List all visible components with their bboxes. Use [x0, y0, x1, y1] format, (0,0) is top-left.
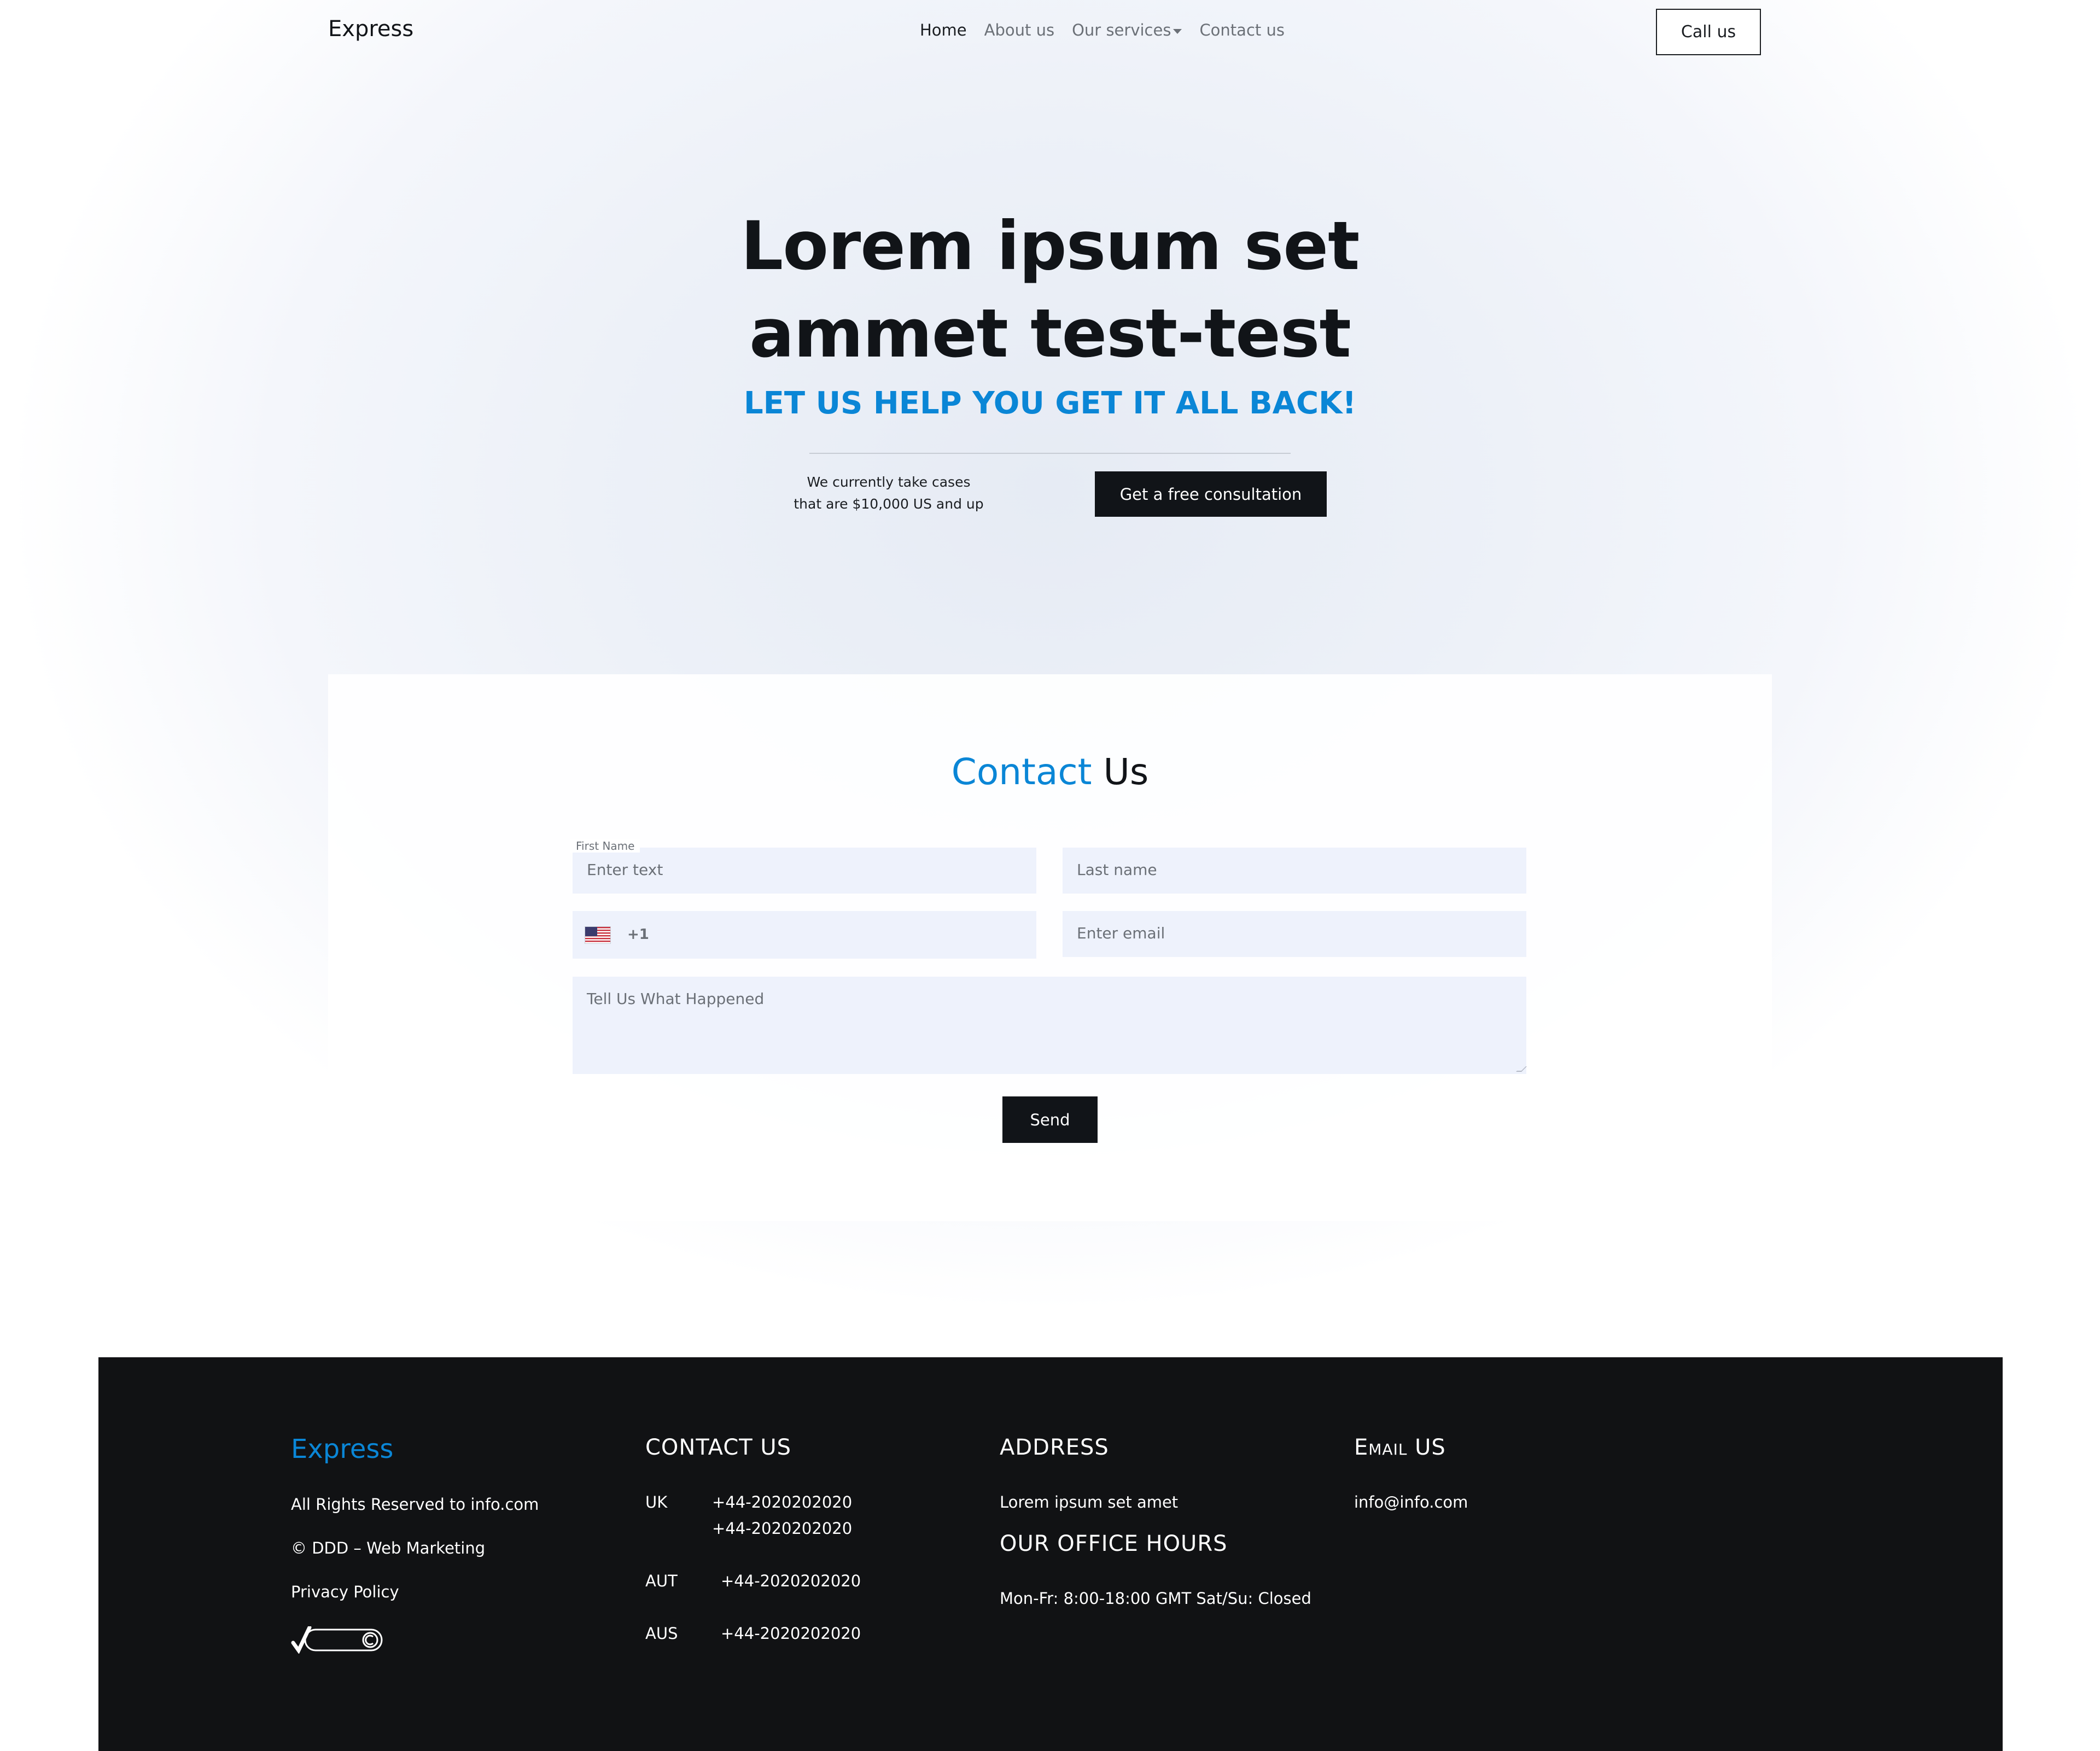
nav-item-about[interactable]: About us [984, 21, 1054, 39]
dial-code: +1 [627, 926, 649, 943]
nav-item-services[interactable]: Our services [1072, 21, 1182, 39]
phone-aus-number[interactable]: +44-2020202020 [721, 1624, 861, 1643]
last-name-field[interactable]: Last name [1063, 848, 1526, 894]
nav-item-contact[interactable]: Contact us [1199, 21, 1285, 39]
first-name-label: First Name [570, 839, 640, 853]
contact-title-rest: Us [1103, 751, 1149, 793]
hero-note-line-1: We currently take cases [807, 474, 971, 490]
nav-item-home[interactable]: Home [920, 21, 967, 39]
us-flag-icon[interactable] [585, 926, 611, 944]
phone-uk-number-2[interactable]: +44-2020202020 [712, 1519, 852, 1538]
call-us-button[interactable]: Call us [1656, 9, 1761, 55]
hero-note-line-2: that are $10,000 US and up [794, 496, 984, 512]
free-consultation-button[interactable]: Get a free consultation [1095, 471, 1327, 517]
phone-aus-country: AUS [645, 1624, 678, 1643]
hero-divider [809, 453, 1291, 454]
caret-down-icon [1173, 28, 1182, 34]
footer-brand[interactable]: Express [291, 1434, 393, 1464]
main-menu: Home About us Our services Contact us [920, 21, 1285, 39]
nav-item-services-label: Our services [1072, 21, 1171, 39]
site-footer: Express All Rights Reserved to info.com … [98, 1357, 2003, 1751]
top-navbar: Express Home About us Our services Conta… [0, 0, 2100, 63]
email-field[interactable]: Enter email [1063, 911, 1526, 957]
brand-logo[interactable]: Express [328, 16, 413, 42]
contact-form-card: Contact Us Enter text First Name Last na… [328, 674, 1772, 1221]
phone-field[interactable]: +1 [573, 911, 1036, 959]
footer-email-link[interactable]: info@info.com [1354, 1493, 1468, 1511]
footer-rights: All Rights Reserved to info.com [291, 1495, 539, 1514]
message-textarea[interactable]: Tell Us What Happened [573, 977, 1527, 1074]
phone-uk-country: UK [645, 1493, 668, 1511]
phone-aut-country: AUT [645, 1572, 678, 1590]
hero-title-line-1: Lorem ipsum set [740, 207, 1360, 285]
message-placeholder: Tell Us What Happened [587, 990, 765, 1008]
footer-hours-heading: OUR OFFICE HOURS [1000, 1531, 1228, 1556]
footer-address-heading: ADDRESS [1000, 1435, 1109, 1460]
footer-hours: Mon-Fr: 8:00-18:00 GMT Sat/Su: Closed [1000, 1589, 1311, 1608]
footer-address: Lorem ipsum set amet [1000, 1493, 1179, 1511]
footer-email-heading: Email US [1354, 1435, 1446, 1460]
dmca-badge-icon[interactable] [291, 1626, 383, 1654]
phone-aut-number[interactable]: +44-2020202020 [721, 1572, 861, 1590]
first-name-placeholder: Enter text [587, 861, 663, 879]
resize-grip-icon[interactable] [1516, 1066, 1527, 1072]
hero-case-note: We currently take cases that are $10,000… [777, 471, 1001, 515]
contact-title: Contact Us [328, 751, 1772, 793]
email-placeholder: Enter email [1077, 924, 1165, 942]
contact-title-accent: Contact [951, 751, 1092, 793]
first-name-field[interactable]: Enter text [573, 848, 1036, 894]
footer-contact-heading: CONTACT US [645, 1435, 792, 1460]
phone-uk-number[interactable]: +44-2020202020 [712, 1493, 852, 1511]
footer-copyright: © DDD – Web Marketing [291, 1539, 486, 1557]
last-name-placeholder: Last name [1077, 861, 1157, 879]
flag-canton [585, 927, 597, 936]
hero-subtitle: LET US HELP YOU GET IT ALL BACK! [743, 386, 1357, 421]
send-button[interactable]: Send [1002, 1096, 1098, 1143]
hero-title-line-2: ammet test-test [749, 295, 1351, 372]
hero-title: Lorem ipsum set ammet test-test [667, 202, 1433, 377]
privacy-policy-link[interactable]: Privacy Policy [291, 1583, 399, 1601]
